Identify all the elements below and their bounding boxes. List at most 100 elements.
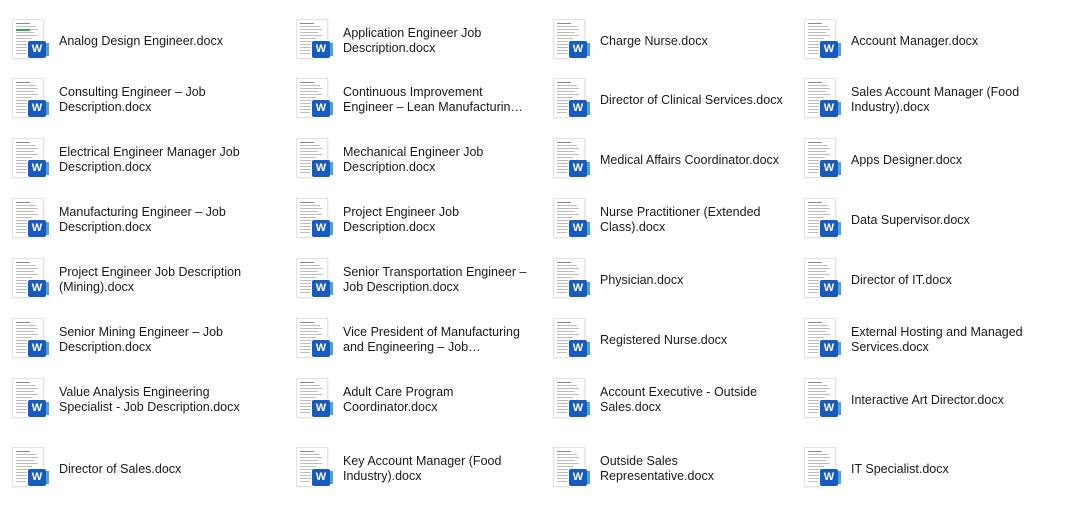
- document-thumbnail: W: [12, 78, 49, 122]
- document-thumbnail: W: [804, 138, 841, 182]
- document-thumbnail: W: [12, 318, 49, 362]
- file-name-label: Medical Affairs Coordinator.docx: [600, 152, 780, 167]
- word-icon: W: [312, 100, 333, 117]
- file-item[interactable]: W Sales Account Manager (Food Industry).d…: [804, 71, 1064, 129]
- document-thumbnail: W: [804, 198, 841, 242]
- word-icon: W: [569, 100, 590, 117]
- file-name-label: Apps Designer.docx: [851, 152, 963, 167]
- file-item[interactable]: W Project Engineer Job Description (Minin…: [12, 251, 282, 309]
- word-icon: W: [820, 100, 841, 117]
- file-name-label: Senior Transportation Engineer – Job Des…: [343, 265, 527, 294]
- file-name-label: Interactive Art Director.docx: [851, 392, 1004, 407]
- word-icon: W: [28, 280, 49, 297]
- file-item[interactable]: W Adult Care Program Coordinator.docx: [296, 371, 546, 429]
- file-item[interactable]: W Mechanical Engineer Job Description.doc…: [296, 131, 546, 189]
- file-item[interactable]: W Project Engineer Job Description.docx: [296, 191, 546, 249]
- document-thumbnail: W: [296, 78, 333, 122]
- file-name-label: Adult Care Program Coordinator.docx: [343, 385, 454, 414]
- document-thumbnail: W: [296, 258, 333, 302]
- document-thumbnail: W: [296, 19, 333, 63]
- word-icon: W: [569, 220, 590, 237]
- file-name-label: External Hosting and Managed Services.do…: [851, 325, 1023, 354]
- file-name-label: Charge Nurse.docx: [600, 33, 708, 48]
- file-name-label: Director of IT.docx: [851, 272, 952, 287]
- file-name-label: Application Engineer Job Description.doc…: [343, 26, 482, 55]
- word-icon: W: [820, 160, 841, 177]
- file-item[interactable]: W Charge Nurse.docx: [553, 12, 793, 70]
- word-icon: W: [820, 340, 841, 357]
- document-thumbnail: W: [553, 378, 590, 422]
- file-item[interactable]: W Apps Designer.docx: [804, 131, 1064, 189]
- file-name-label: Account Executive - Outside Sales.docx: [600, 385, 758, 414]
- file-item[interactable]: W Vice President of Manufacturing and Eng…: [296, 311, 546, 369]
- file-item[interactable]: W Consulting Engineer – Job Description.d…: [12, 71, 282, 129]
- file-name-label: Consulting Engineer – Job Description.do…: [59, 85, 206, 114]
- file-item[interactable]: W Analog Design Engineer.docx: [12, 12, 282, 70]
- file-item[interactable]: W Physician.docx: [553, 251, 793, 309]
- document-thumbnail: W: [12, 378, 49, 422]
- file-name-label: Project Engineer Job Description.docx: [343, 205, 460, 234]
- word-icon: W: [312, 160, 333, 177]
- document-thumbnail: W: [553, 78, 590, 122]
- file-item[interactable]: W Interactive Art Director.docx: [804, 371, 1064, 429]
- word-icon: W: [312, 340, 333, 357]
- file-name-label: Value Analysis Engineering Specialist - …: [59, 385, 240, 414]
- document-thumbnail: W: [12, 447, 49, 491]
- document-thumbnail: W: [553, 138, 590, 182]
- file-name-label: Physician.docx: [600, 272, 684, 287]
- file-name-label: Nurse Practitioner (Extended Class).docx: [600, 205, 761, 234]
- word-icon: W: [312, 400, 333, 417]
- word-icon: W: [28, 400, 49, 417]
- file-name-label: Mechanical Engineer Job Description.docx: [343, 145, 484, 174]
- file-item[interactable]: W Senior Transportation Engineer – Job De…: [296, 251, 546, 309]
- file-item[interactable]: W Medical Affairs Coordinator.docx: [553, 131, 793, 189]
- file-item[interactable]: W Director of Sales.docx: [12, 440, 282, 498]
- document-thumbnail: W: [804, 378, 841, 422]
- file-item[interactable]: W External Hosting and Managed Services.d…: [804, 311, 1064, 369]
- word-icon: W: [820, 220, 841, 237]
- document-thumbnail: W: [553, 19, 590, 63]
- file-item[interactable]: W Key Account Manager (Food Industry).doc…: [296, 440, 546, 498]
- word-icon: W: [28, 160, 49, 177]
- word-icon: W: [312, 41, 333, 58]
- file-item[interactable]: W Electrical Engineer Manager Job Descrip…: [12, 131, 282, 189]
- file-name-label: Vice President of Manufacturing and Engi…: [343, 325, 520, 354]
- file-item[interactable]: W Account Executive - Outside Sales.docx: [553, 371, 793, 429]
- file-name-label: Electrical Engineer Manager Job Descript…: [59, 145, 240, 174]
- document-thumbnail: W: [553, 258, 590, 302]
- file-name-label: Senior Mining Engineer – Job Description…: [59, 325, 223, 354]
- file-item[interactable]: W Account Manager.docx: [804, 12, 1064, 70]
- file-item[interactable]: W Outside Sales Representative.docx: [553, 440, 793, 498]
- file-name-label: Analog Design Engineer.docx: [59, 33, 224, 48]
- file-name-label: Director of Clinical Services.docx: [600, 92, 783, 107]
- file-item[interactable]: W Director of Clinical Services.docx: [553, 71, 793, 129]
- file-item[interactable]: W Data Supervisor.docx: [804, 191, 1064, 249]
- file-name-label: Director of Sales.docx: [59, 461, 182, 476]
- file-item[interactable]: W Senior Mining Engineer – Job Descriptio…: [12, 311, 282, 369]
- file-item[interactable]: W Registered Nurse.docx: [553, 311, 793, 369]
- document-thumbnail: W: [553, 198, 590, 242]
- document-thumbnail: W: [296, 447, 333, 491]
- document-thumbnail: W: [12, 19, 49, 63]
- word-icon: W: [569, 280, 590, 297]
- file-item[interactable]: W Director of IT.docx: [804, 251, 1064, 309]
- word-icon: W: [312, 469, 333, 486]
- file-item[interactable]: W IT Specialist.docx: [804, 440, 1064, 498]
- document-thumbnail: W: [296, 138, 333, 182]
- file-item[interactable]: W Nurse Practitioner (Extended Class).doc…: [553, 191, 793, 249]
- word-icon: W: [569, 400, 590, 417]
- file-item[interactable]: W Manufacturing Engineer – Job Descriptio…: [12, 191, 282, 249]
- document-thumbnail: W: [12, 138, 49, 182]
- document-thumbnail: W: [553, 318, 590, 362]
- document-thumbnail: W: [296, 198, 333, 242]
- document-thumbnail: W: [804, 447, 841, 491]
- word-icon: W: [28, 340, 49, 357]
- file-item[interactable]: W Value Analysis Engineering Specialist -…: [12, 371, 282, 429]
- word-icon: W: [28, 220, 49, 237]
- file-name-label: Registered Nurse.docx: [600, 332, 728, 347]
- document-thumbnail: W: [804, 78, 841, 122]
- document-thumbnail: W: [12, 198, 49, 242]
- file-name-label: Data Supervisor.docx: [851, 212, 970, 227]
- file-item[interactable]: W Continuous Improvement Engineer – Lean …: [296, 71, 546, 129]
- file-item[interactable]: W Application Engineer Job Description.do…: [296, 12, 546, 70]
